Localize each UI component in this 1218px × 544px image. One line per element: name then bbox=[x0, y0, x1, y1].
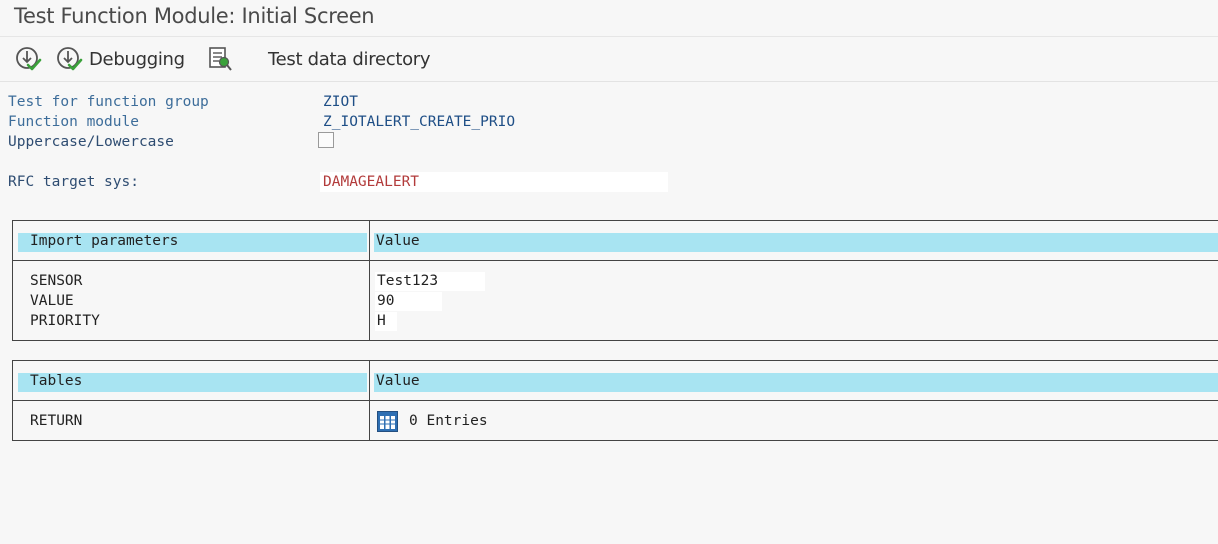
import-parameters-header: Import parameters bbox=[30, 233, 179, 249]
table-name-return: RETURN bbox=[30, 413, 83, 429]
param-name-priority: PRIORITY bbox=[30, 313, 100, 329]
param-value-value: 90 bbox=[377, 293, 395, 309]
case-label: Uppercase/Lowercase bbox=[8, 134, 174, 150]
execute-button[interactable] bbox=[15, 45, 43, 73]
param-value-sensor: Test123 bbox=[377, 273, 439, 289]
column-divider bbox=[369, 221, 370, 340]
header-divider bbox=[13, 400, 1218, 401]
test-sequences-icon bbox=[207, 45, 233, 73]
header-divider bbox=[13, 260, 1218, 261]
test-data-directory-button[interactable]: Test data directory bbox=[268, 45, 431, 73]
tables-header: Tables bbox=[30, 373, 83, 389]
debugging-button[interactable]: Debugging bbox=[56, 45, 185, 73]
title-bar: Test Function Module: Initial Screen bbox=[0, 0, 1218, 37]
tables-value-header: Value bbox=[376, 373, 420, 389]
debug-execute-icon bbox=[56, 45, 84, 73]
table-icon[interactable] bbox=[377, 411, 398, 437]
test-data-directory-label: Test data directory bbox=[268, 48, 431, 70]
table-entries-count: 0 Entries bbox=[409, 413, 488, 429]
test-sequences-button[interactable] bbox=[207, 45, 233, 73]
import-value-header-cell bbox=[374, 233, 1218, 252]
tables-value-header-cell bbox=[374, 373, 1218, 392]
param-value-priority: H bbox=[377, 313, 386, 329]
function-module-value: Z_IOTALERT_CREATE_PRIO bbox=[323, 114, 516, 130]
rfc-target-value: DAMAGEALERT bbox=[323, 174, 420, 190]
import-parameters-grid: Import parameters Value SENSOR Test123 V… bbox=[12, 220, 1218, 341]
page-title: Test Function Module: Initial Screen bbox=[14, 4, 375, 28]
function-module-label: Function module bbox=[8, 114, 139, 130]
debugging-label: Debugging bbox=[89, 48, 185, 70]
param-name-sensor: SENSOR bbox=[30, 273, 83, 289]
execute-icon bbox=[15, 45, 43, 73]
import-value-header: Value bbox=[376, 233, 420, 249]
toolbar: Debugging Test data directory bbox=[0, 37, 1218, 82]
rfc-target-label: RFC target sys: bbox=[8, 174, 139, 190]
function-group-value: ZIOT bbox=[323, 94, 358, 110]
function-group-label: Test for function group bbox=[8, 94, 209, 110]
param-name-value: VALUE bbox=[30, 293, 74, 309]
tables-grid: Tables Value RETURN 0 Entries bbox=[12, 360, 1218, 441]
case-checkbox[interactable] bbox=[318, 132, 334, 148]
